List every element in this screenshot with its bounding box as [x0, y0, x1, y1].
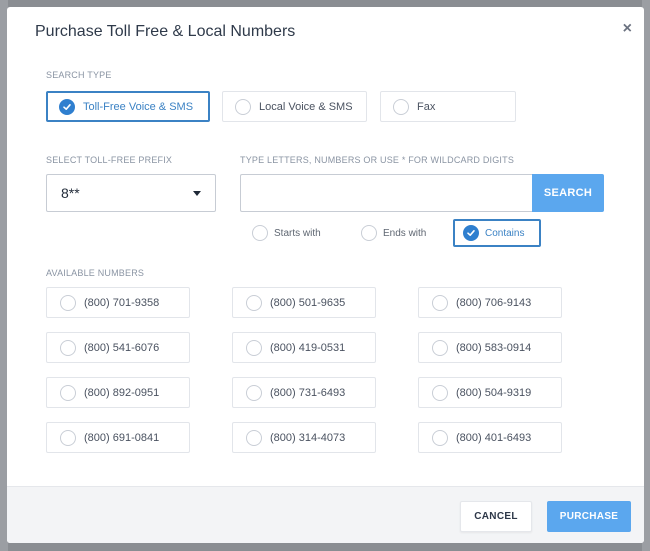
radio-icon — [361, 225, 377, 241]
radio-icon — [60, 429, 76, 446]
search-type-toll-free[interactable]: Toll-Free Voice & SMS — [46, 91, 210, 122]
search-button[interactable]: SEARCH — [532, 174, 604, 212]
radio-icon — [432, 294, 448, 311]
phone-number: (800) 504-9319 — [456, 386, 532, 399]
radio-icon — [246, 384, 262, 401]
close-icon[interactable]: × — [623, 21, 632, 37]
purchase-numbers-modal: Purchase Toll Free & Local Numbers × SEA… — [7, 7, 644, 543]
available-numbers-label: AVAILABLE NUMBERS — [46, 268, 145, 278]
number-option[interactable]: (800) 419-0531 — [232, 332, 376, 363]
radio-icon — [60, 339, 76, 356]
match-option-label: Contains — [485, 227, 525, 239]
prefix-select[interactable]: 8** — [46, 174, 216, 212]
number-option[interactable]: (800) 691-0841 — [46, 422, 190, 453]
modal-footer: CANCEL PURCHASE — [7, 486, 644, 543]
radio-icon — [432, 339, 448, 356]
phone-number: (800) 541-6076 — [84, 341, 160, 354]
search-type-local[interactable]: Local Voice & SMS — [222, 91, 367, 122]
cancel-button[interactable]: CANCEL — [460, 501, 532, 532]
check-icon — [463, 225, 479, 241]
phone-number: (800) 892-0951 — [84, 386, 160, 399]
phone-number: (800) 583-0914 — [456, 341, 532, 354]
search-input[interactable] — [240, 174, 533, 212]
match-starts-with[interactable]: Starts with — [252, 219, 321, 247]
check-icon — [59, 98, 75, 115]
search-label: TYPE LETTERS, NUMBERS OR USE * FOR WILDC… — [240, 155, 515, 165]
number-option[interactable]: (800) 504-9319 — [418, 377, 562, 408]
prefix-label: SELECT TOLL-FREE PREFIX — [46, 155, 173, 165]
phone-number: (800) 314-4073 — [270, 431, 346, 444]
purchase-button[interactable]: PURCHASE — [547, 501, 631, 532]
number-option[interactable]: (800) 541-6076 — [46, 332, 190, 363]
radio-icon — [246, 429, 262, 446]
search-type-option-label: Fax — [417, 100, 436, 113]
number-option[interactable]: (800) 314-4073 — [232, 422, 376, 453]
phone-number: (800) 691-0841 — [84, 431, 160, 444]
number-option[interactable]: (800) 401-6493 — [418, 422, 562, 453]
radio-icon — [252, 225, 268, 241]
modal-title: Purchase Toll Free & Local Numbers — [35, 23, 296, 40]
radio-icon — [432, 384, 448, 401]
radio-icon — [246, 339, 262, 356]
search-type-fax[interactable]: Fax — [380, 91, 516, 122]
match-ends-with[interactable]: Ends with — [361, 219, 426, 247]
search-type-option-label: Local Voice & SMS — [259, 100, 353, 113]
search-type-option-label: Toll-Free Voice & SMS — [83, 100, 194, 113]
match-contains[interactable]: Contains — [453, 219, 541, 247]
caret-down-icon — [193, 190, 201, 196]
number-option[interactable]: (800) 731-6493 — [232, 377, 376, 408]
number-option[interactable]: (800) 892-0951 — [46, 377, 190, 408]
radio-icon — [393, 98, 409, 115]
number-option[interactable]: (800) 701-9358 — [46, 287, 190, 318]
match-option-label: Starts with — [274, 227, 321, 239]
radio-icon — [432, 429, 448, 446]
phone-number: (800) 419-0531 — [270, 341, 346, 354]
phone-number: (800) 701-9358 — [84, 296, 160, 309]
number-option[interactable]: (800) 501-9635 — [232, 287, 376, 318]
search-type-label: SEARCH TYPE — [46, 70, 112, 80]
phone-number: (800) 731-6493 — [270, 386, 346, 399]
radio-icon — [60, 384, 76, 401]
radio-icon — [60, 294, 76, 311]
prefix-value: 8** — [61, 185, 80, 201]
phone-number: (800) 706-9143 — [456, 296, 532, 309]
radio-icon — [235, 98, 251, 115]
number-option[interactable]: (800) 583-0914 — [418, 332, 562, 363]
number-option[interactable]: (800) 706-9143 — [418, 287, 562, 318]
phone-number: (800) 501-9635 — [270, 296, 346, 309]
radio-icon — [246, 294, 262, 311]
phone-number: (800) 401-6493 — [456, 431, 532, 444]
match-option-label: Ends with — [383, 227, 427, 239]
